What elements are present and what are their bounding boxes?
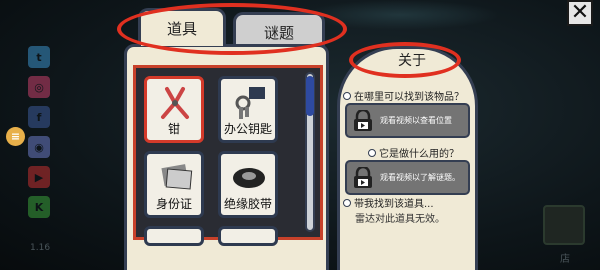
discord-icon[interactable]: ◉ bbox=[28, 136, 50, 158]
about-highlight-circle bbox=[349, 42, 461, 78]
question-text: 它是做什么用的？ bbox=[379, 149, 459, 160]
pliers-icon bbox=[161, 87, 189, 119]
twitter-icon[interactable]: t bbox=[28, 46, 50, 68]
question-find[interactable]: 带我找到该道具... bbox=[343, 195, 434, 210]
item-grid: 钳 办公钥匙 身份证 绝缘胶带 bbox=[133, 65, 323, 246]
item-office-keys[interactable]: 办公钥匙 bbox=[218, 76, 278, 143]
k-icon[interactable]: K bbox=[28, 196, 50, 218]
item-label: 钳 bbox=[167, 122, 180, 136]
video-button-label: 观看视频以查看位置 bbox=[380, 116, 452, 125]
question-text: 带我找到该道具... bbox=[354, 199, 434, 210]
social-links: t ◎ f ◉ ▶ K bbox=[28, 46, 54, 226]
instagram-icon[interactable]: ◎ bbox=[28, 76, 50, 98]
question-location: 在哪里可以找到该物品？ bbox=[343, 88, 464, 103]
tape-icon bbox=[233, 168, 265, 188]
item-partial[interactable] bbox=[144, 226, 204, 246]
id-card-icon bbox=[161, 164, 193, 190]
video-button-label: 观看视频以了解谜题。 bbox=[380, 173, 460, 182]
question-purpose: 它是做什么用的？ bbox=[368, 145, 459, 160]
item-label: 办公钥匙 bbox=[223, 122, 272, 136]
bullet-icon bbox=[368, 148, 376, 157]
bullet-icon bbox=[343, 91, 351, 100]
version-label: 1.16 bbox=[30, 243, 51, 253]
item-partial[interactable] bbox=[218, 226, 278, 246]
menu-icon[interactable]: ≡ bbox=[6, 127, 25, 146]
video-lock-icon bbox=[354, 109, 372, 131]
close-button[interactable]: ✕ bbox=[567, 0, 593, 26]
shop-label: 店 bbox=[560, 254, 570, 265]
watch-video-location-button[interactable]: 观看视频以查看位置 bbox=[345, 103, 470, 138]
item-insulating-tape[interactable]: 绝缘胶带 bbox=[218, 151, 278, 218]
bullet-icon bbox=[343, 198, 351, 207]
youtube-icon[interactable]: ▶ bbox=[28, 166, 50, 188]
keys-icon bbox=[235, 87, 265, 119]
radar-note: 雷达对此道具无效。 bbox=[355, 214, 445, 225]
question-text: 在哪里可以找到该物品？ bbox=[354, 92, 464, 103]
item-label: 身份证 bbox=[155, 197, 192, 211]
item-id-card[interactable]: 身份证 bbox=[144, 151, 204, 218]
tabs-highlight-circle bbox=[117, 3, 347, 55]
shop-button[interactable] bbox=[543, 205, 585, 245]
item-pliers[interactable]: 钳 bbox=[144, 76, 204, 143]
watch-video-puzzle-button[interactable]: 观看视频以了解谜题。 bbox=[345, 160, 470, 195]
facebook-icon[interactable]: f bbox=[28, 106, 50, 128]
video-lock-icon bbox=[354, 166, 372, 188]
item-label: 绝缘胶带 bbox=[223, 197, 272, 211]
scrollbar-thumb[interactable] bbox=[306, 76, 314, 116]
